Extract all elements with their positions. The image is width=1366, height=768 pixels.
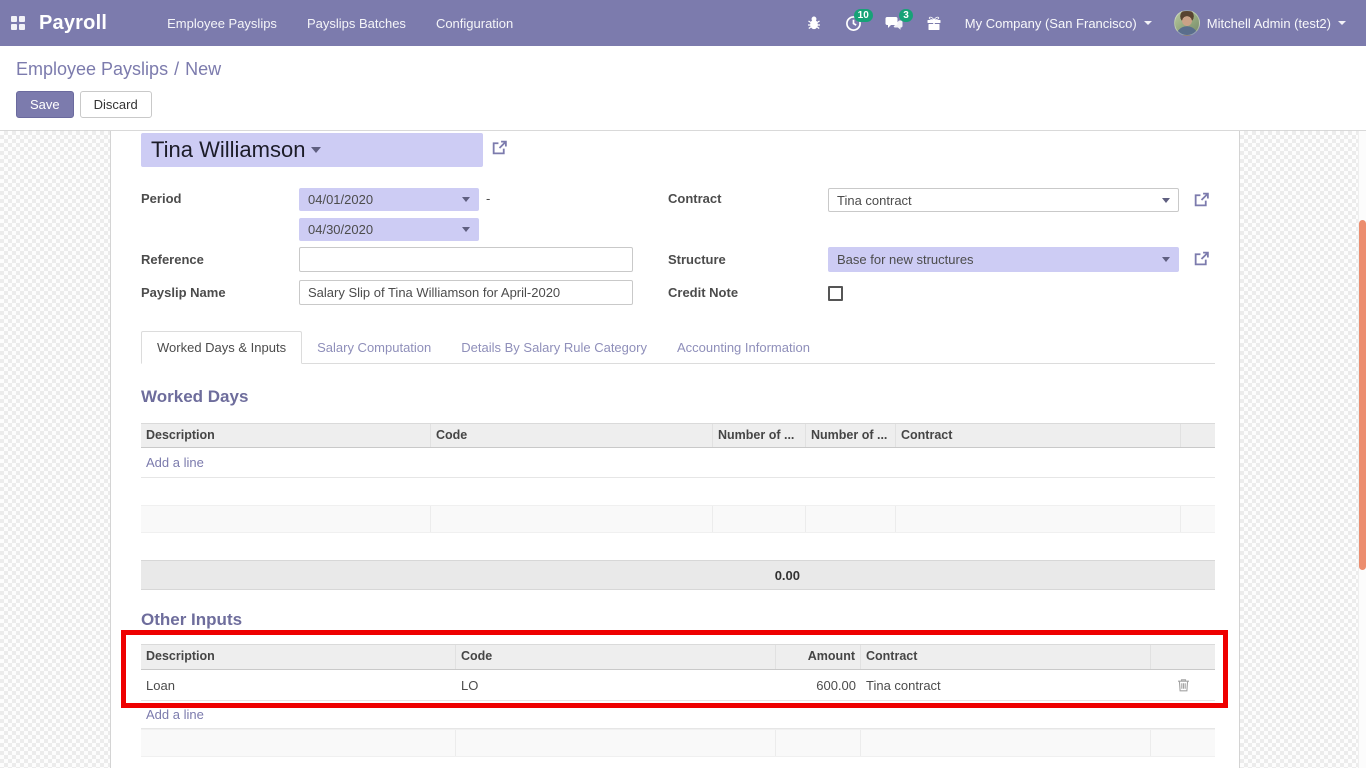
employee-external-link-icon[interactable] [491, 139, 508, 156]
employee-field[interactable]: Tina Williamson [141, 133, 483, 167]
reference-label: Reference [141, 252, 204, 267]
cell-amount[interactable]: 600.00 [776, 678, 861, 693]
column-header-amount[interactable]: Amount [776, 645, 861, 669]
breadcrumb-current: New [185, 59, 221, 79]
other-inputs-add-a-line-link[interactable]: Add a line [141, 707, 204, 722]
messages-badge: 3 [899, 9, 913, 22]
cell-description[interactable]: Loan [141, 678, 456, 693]
navbar-right: 10 3 My Company (San Francisco) Mitchell… [799, 8, 1366, 38]
period-to-value: 04/30/2020 [308, 222, 456, 237]
chevron-down-icon [1162, 257, 1170, 262]
employee-name: Tina Williamson [151, 137, 305, 163]
period-from-value: 04/01/2020 [308, 192, 456, 207]
cell-contract[interactable]: Tina contract [861, 678, 1151, 693]
nav-item-configuration[interactable]: Configuration [424, 0, 525, 46]
scrollbar-thumb[interactable] [1359, 220, 1366, 570]
user-avatar [1174, 10, 1200, 36]
activities-badge: 10 [854, 9, 873, 22]
worked-days-table-header: Description Code Number of ... Number of… [141, 423, 1215, 448]
worked-days-add-a-line-link[interactable]: Add a line [141, 455, 204, 470]
period-label: Period [141, 191, 181, 206]
contract-label: Contract [668, 191, 721, 206]
tab-details-by-salary-rule-category[interactable]: Details By Salary Rule Category [446, 332, 662, 363]
activities-clock-icon[interactable]: 10 [839, 8, 869, 38]
chevron-down-icon [1144, 21, 1152, 25]
column-header-number-of-days[interactable]: Number of ... [713, 424, 806, 447]
discard-button[interactable]: Discard [80, 91, 152, 118]
user-menu[interactable]: Mitchell Admin (test2) [1168, 10, 1352, 36]
column-header-number-of-hours[interactable]: Number of ... [806, 424, 896, 447]
gift-icon[interactable] [919, 8, 949, 38]
chevron-down-icon [1162, 198, 1170, 203]
contract-value: Tina contract [837, 193, 1156, 208]
worked-days-add-line-row: Add a line [141, 448, 1215, 478]
chevron-down-icon [462, 197, 470, 202]
form-sheet: Tina Williamson Period 04/01/2020 - 04/3… [110, 131, 1240, 768]
main-menu: Employee Payslips Payslips Batches Confi… [155, 0, 525, 46]
user-name: Mitchell Admin (test2) [1207, 16, 1331, 31]
payslip-name-label: Payslip Name [141, 285, 226, 300]
worked-days-total-row: 0.00 [141, 560, 1215, 590]
company-name: My Company (San Francisco) [965, 16, 1137, 31]
breadcrumb-separator: / [174, 59, 179, 79]
nav-item-employee-payslips[interactable]: Employee Payslips [155, 0, 289, 46]
reference-input[interactable] [299, 247, 633, 272]
structure-label: Structure [668, 252, 726, 267]
column-header-code[interactable]: Code [431, 424, 713, 447]
tab-accounting-information[interactable]: Accounting Information [662, 332, 825, 363]
payslip-name-input[interactable] [299, 280, 633, 305]
content-background: Tina Williamson Period 04/01/2020 - 04/3… [0, 131, 1366, 768]
other-inputs-table-header: Description Code Amount Contract [141, 644, 1215, 670]
other-inputs-empty-row [141, 729, 1215, 757]
period-from-field[interactable]: 04/01/2020 [299, 188, 479, 211]
notebook-tabbar: Worked Days & Inputs Salary Computation … [141, 332, 1215, 364]
chevron-down-icon [1338, 21, 1346, 25]
credit-note-label: Credit Note [668, 285, 738, 300]
contract-field[interactable]: Tina contract [828, 188, 1179, 212]
period-to-field[interactable]: 04/30/2020 [299, 218, 479, 241]
company-switcher[interactable]: My Company (San Francisco) [959, 16, 1158, 31]
breadcrumb: Employee Payslips / New [16, 59, 1350, 80]
worked-days-empty-row [141, 505, 1215, 533]
breadcrumb-parent[interactable]: Employee Payslips [16, 59, 168, 79]
delete-row-trash-icon[interactable] [1177, 678, 1190, 692]
column-header-code[interactable]: Code [456, 645, 776, 669]
tab-worked-days-inputs[interactable]: Worked Days & Inputs [141, 331, 302, 364]
column-header-description[interactable]: Description [141, 424, 431, 447]
chevron-down-icon [462, 227, 470, 232]
control-panel: Employee Payslips / New Save Discard [0, 46, 1366, 131]
messages-chat-icon[interactable]: 3 [879, 8, 909, 38]
other-inputs-row-loan[interactable]: Loan LO 600.00 Tina contract [141, 670, 1215, 701]
structure-value: Base for new structures [837, 252, 1156, 267]
apps-menu-icon[interactable] [11, 16, 25, 30]
nav-item-payslips-batches[interactable]: Payslips Batches [295, 0, 418, 46]
column-header-contract[interactable]: Contract [896, 424, 1181, 447]
chevron-down-icon[interactable] [311, 147, 321, 153]
cell-code[interactable]: LO [456, 678, 776, 693]
app-brand[interactable]: Payroll [39, 12, 107, 35]
worked-days-total-value: 0.00 [141, 568, 806, 583]
save-button[interactable]: Save [16, 91, 74, 118]
top-navbar: Payroll Employee Payslips Payslips Batch… [0, 0, 1366, 46]
column-header-contract[interactable]: Contract [861, 645, 1151, 669]
contract-external-link-icon[interactable] [1193, 191, 1210, 208]
other-inputs-title: Other Inputs [141, 610, 242, 630]
debug-bug-icon[interactable] [799, 8, 829, 38]
column-header-description[interactable]: Description [141, 645, 456, 669]
period-separator: - [486, 191, 490, 206]
tab-salary-computation[interactable]: Salary Computation [302, 332, 446, 363]
structure-field[interactable]: Base for new structures [828, 247, 1179, 272]
other-inputs-add-line-row: Add a line [141, 701, 1215, 729]
credit-note-checkbox[interactable] [828, 286, 843, 301]
structure-external-link-icon[interactable] [1193, 250, 1210, 267]
worked-days-title: Worked Days [141, 387, 248, 407]
